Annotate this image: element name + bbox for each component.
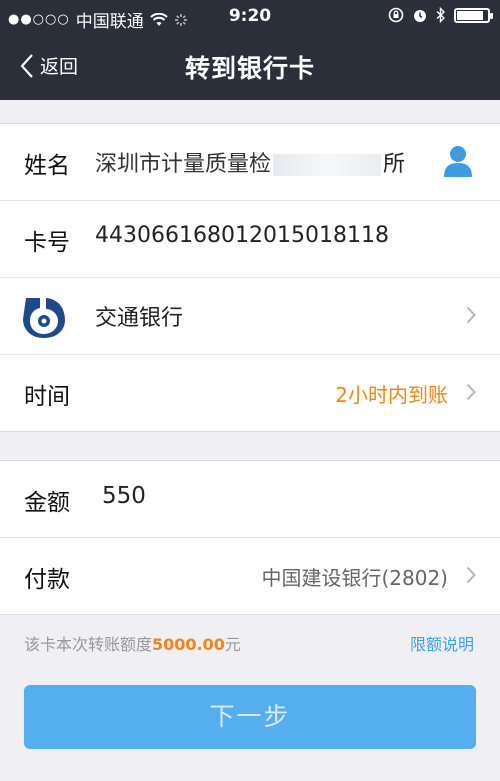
next-step-button[interactable]: 下一步 xyxy=(24,685,476,749)
limit-amount: 5000.00 xyxy=(152,635,225,654)
limit-explanation-link[interactable]: 限额说明 xyxy=(410,631,474,655)
name-visible-start: 深圳市计量质量检 xyxy=(95,152,272,177)
card-number-value[interactable]: 443066168012015018118 xyxy=(95,223,389,248)
status-bar: ●●○○○ 中国联通 9:20 xyxy=(0,0,500,34)
limit-suffix: 元 xyxy=(224,635,241,654)
name-value[interactable]: 深圳市计量质量检 所 xyxy=(95,146,405,178)
time-row[interactable]: 时间 2小时内到账 xyxy=(0,355,500,431)
amount-input[interactable]: 550 xyxy=(102,483,146,509)
name-row[interactable]: 姓名 深圳市计量质量检 所 xyxy=(0,124,500,201)
card-number-row[interactable]: 卡号 443066168012015018118 xyxy=(0,201,500,278)
battery-icon xyxy=(454,7,493,23)
bluetooth-icon xyxy=(436,7,446,23)
page-title: 转到银行卡 xyxy=(184,54,315,83)
arrival-time-value: 2小时内到账 xyxy=(335,383,448,407)
alarm-icon xyxy=(414,10,426,22)
nav-bar: 返回 转到银行卡 xyxy=(0,34,500,100)
payment-label: 付款 xyxy=(24,567,70,593)
payment-card: 金额 550 付款 中国建设银行(2802) xyxy=(0,460,500,615)
recipient-card: 姓名 深圳市计量质量检 所 卡号 443066168012015018118 交通… xyxy=(0,123,500,432)
payment-source-value: 中国建设银行(2802) xyxy=(261,566,448,590)
bank-row[interactable]: 交通银行 xyxy=(0,278,500,355)
limit-prefix: 该卡本次转账额度 xyxy=(24,635,153,654)
amount-row[interactable]: 金额 550 xyxy=(0,461,500,538)
status-right xyxy=(388,7,493,23)
chevron-right-icon xyxy=(466,306,476,324)
contact-person-icon[interactable] xyxy=(442,144,474,178)
bank-name: 交通银行 xyxy=(95,306,184,331)
payment-source-row[interactable]: 付款 中国建设银行(2802) xyxy=(0,538,500,614)
bank-of-communications-logo xyxy=(23,298,65,338)
time-label: 时间 xyxy=(24,384,70,410)
name-masked-region xyxy=(273,154,382,176)
transfer-limit-note: 该卡本次转账额度5000.00元 xyxy=(24,631,241,655)
amount-label: 金额 xyxy=(24,490,70,516)
name-label: 姓名 xyxy=(24,153,70,179)
card-number-label: 卡号 xyxy=(24,230,70,256)
name-visible-end: 所 xyxy=(383,152,406,177)
chevron-right-icon xyxy=(466,566,476,584)
chevron-right-icon xyxy=(466,383,476,401)
orientation-lock-icon xyxy=(388,7,404,23)
